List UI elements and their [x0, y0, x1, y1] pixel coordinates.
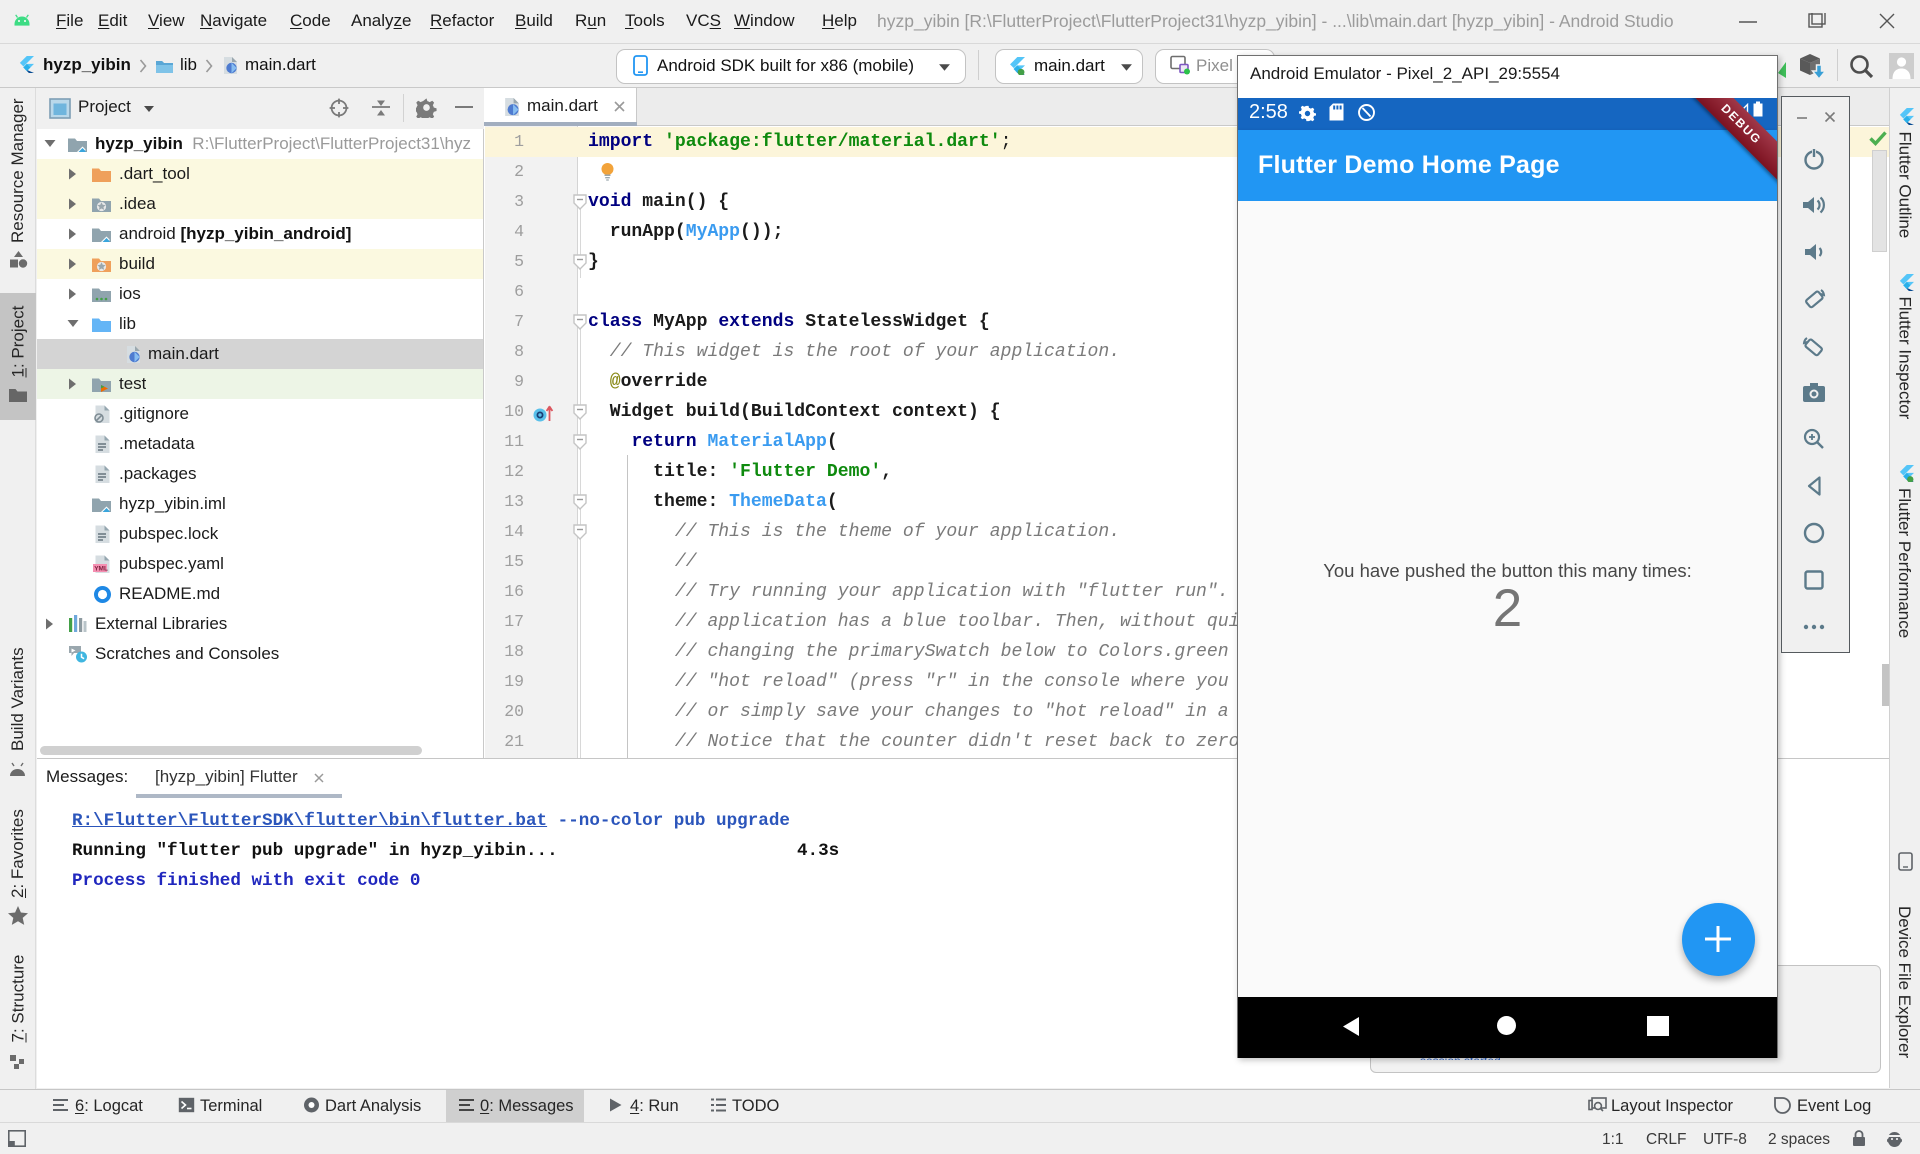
- svg-text:YML: YML: [94, 566, 108, 573]
